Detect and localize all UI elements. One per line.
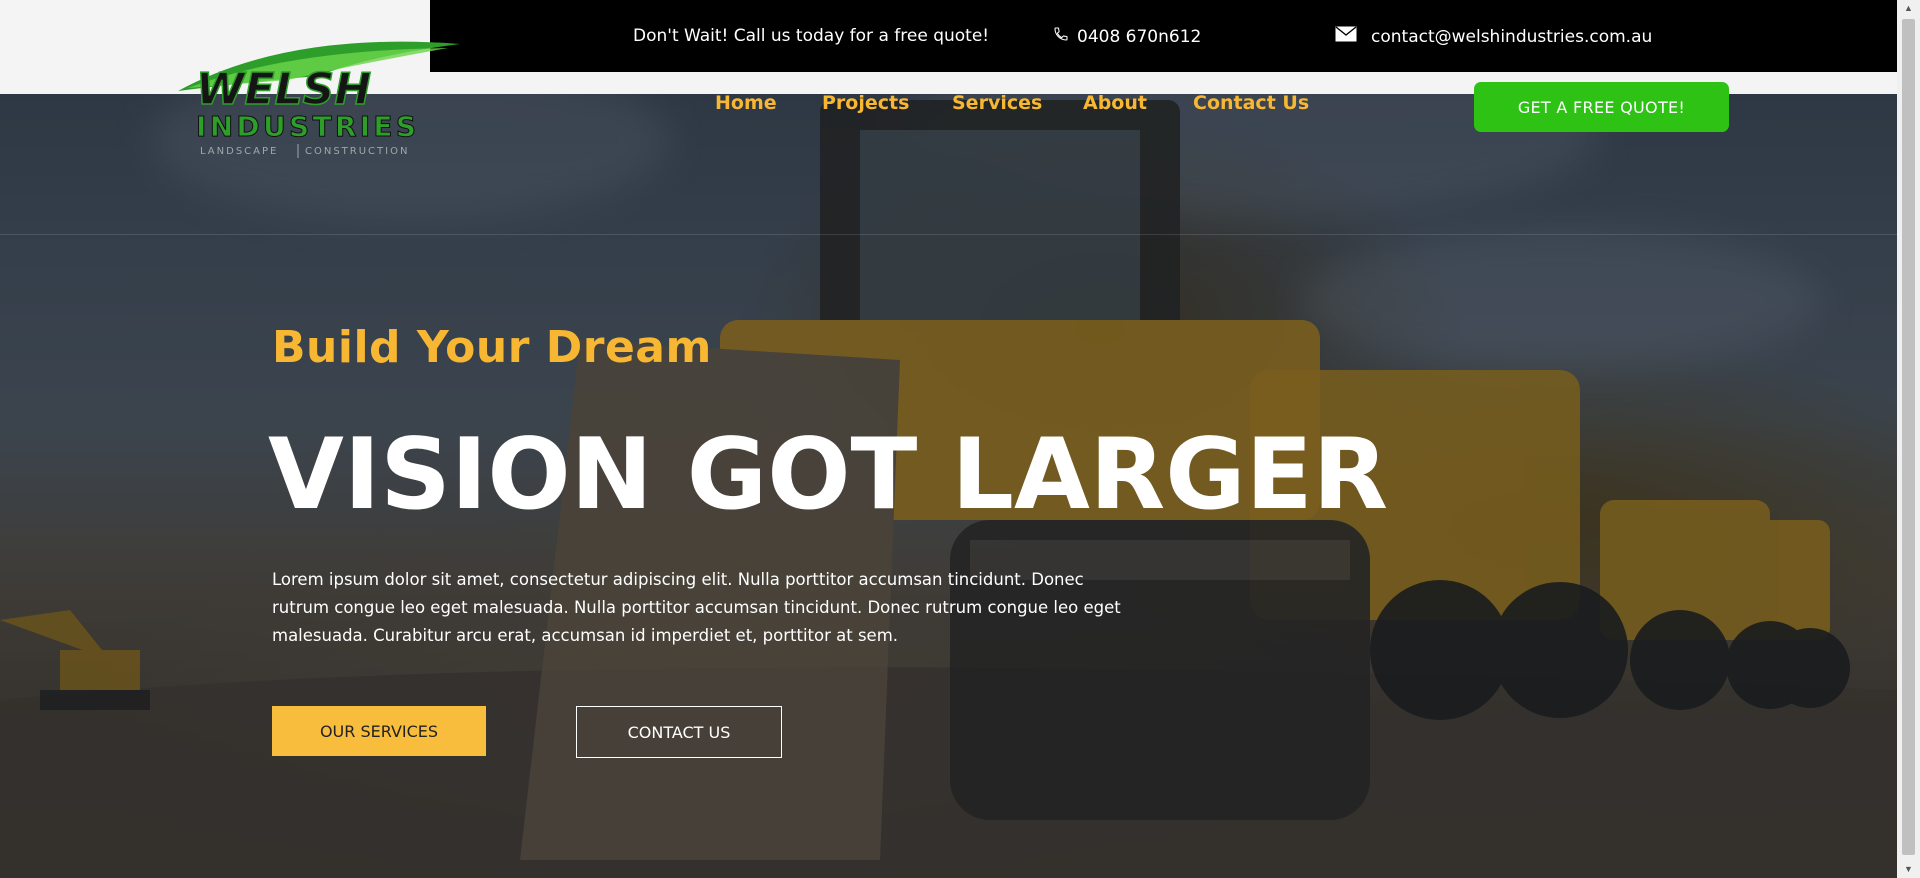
contact-us-button[interactable]: CONTACT US	[576, 706, 782, 758]
logo-word-welsh: WELSH	[196, 64, 371, 115]
phone-link[interactable]: 0408 670n612	[1053, 26, 1201, 47]
logo-word-industries: INDUSTRIES	[196, 110, 416, 143]
nav-home[interactable]: Home	[715, 92, 777, 114]
header-divider	[0, 234, 1897, 235]
logo-sub-landscape: LANDSCAPE	[200, 146, 278, 157]
top-contact-bar: Don't Wait! Call us today for a free quo…	[430, 0, 1897, 72]
scroll-up-arrow-icon[interactable]: ▲	[1897, 0, 1920, 17]
phone-number: 0408 670n612	[1077, 26, 1202, 47]
free-quote-button[interactable]: GET A FREE QUOTE!	[1474, 82, 1729, 132]
our-services-button[interactable]: OUR SERVICES	[272, 706, 486, 756]
scroll-down-arrow-icon[interactable]: ▼	[1897, 861, 1920, 878]
scroll-thumb[interactable]	[1902, 19, 1915, 855]
nav-contact-us[interactable]: Contact Us	[1193, 92, 1309, 114]
logo-sub-construction: CONSTRUCTION	[305, 146, 409, 157]
hero-body-text: Lorem ipsum dolor sit amet, consectetur …	[272, 570, 1121, 645]
email-address: contact@welshindustries.com.au	[1371, 26, 1653, 47]
phone-icon	[1053, 26, 1069, 47]
nav-projects[interactable]: Projects	[822, 92, 909, 114]
hero-headline: VISION GOT LARGER	[268, 418, 1389, 532]
envelope-icon	[1335, 26, 1357, 47]
hero-tagline: Build Your Dream	[272, 322, 712, 373]
welsh-industries-logo[interactable]: WELSH INDUSTRIES LANDSCAPE CONSTRUCTION	[168, 36, 468, 161]
promo-text: Don't Wait! Call us today for a free quo…	[633, 26, 990, 46]
email-link[interactable]: contact@welshindustries.com.au	[1335, 26, 1652, 47]
page-scrollbar[interactable]: ▲ ▼	[1897, 0, 1920, 878]
nav-about[interactable]: About	[1083, 92, 1147, 114]
nav-services[interactable]: Services	[952, 92, 1042, 114]
